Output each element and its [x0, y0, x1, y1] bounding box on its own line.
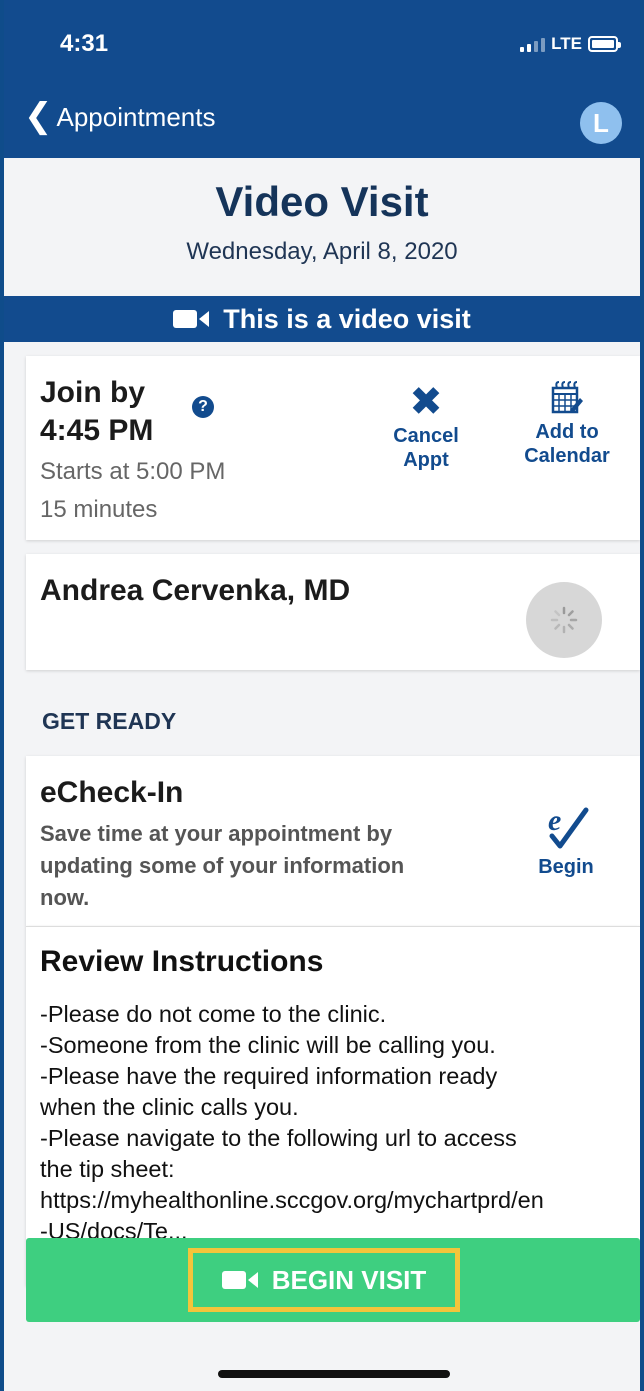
status-time: 4:31: [60, 30, 109, 57]
instructions-card: Review Instructions -Please do not come …: [26, 926, 640, 1286]
echeckin-title: eCheck-In: [40, 776, 184, 809]
calendar-add-icon: [551, 381, 583, 414]
status-indicators: LTE: [520, 34, 621, 54]
duration: 15 minutes: [40, 496, 158, 523]
instructions-title: Review Instructions: [40, 945, 324, 978]
provider-photo-loading: [526, 582, 602, 658]
calendar-label-line2: Calendar: [524, 445, 610, 467]
join-time: 4:45 PM: [40, 414, 154, 447]
cancel-appointment-button[interactable]: ✖ Cancel Appt: [378, 380, 474, 472]
begin-visit-button[interactable]: BEGIN VISIT: [26, 1238, 640, 1322]
echeckin-desc-line1: Save time at your appointment by: [40, 821, 393, 846]
header: 4:31 LTE ❮ Appointments L: [4, 0, 640, 158]
add-to-calendar-button[interactable]: Add to Calendar: [514, 380, 620, 468]
instruction-line: -Please do not come to the clinic.: [40, 1001, 387, 1027]
join-by-time: Join by 4:45 PM: [40, 374, 153, 450]
chevron-left-icon: ❮: [24, 96, 53, 135]
back-button[interactable]: ❮ Appointments: [24, 96, 216, 135]
close-icon: ✖: [409, 380, 443, 424]
cancel-label-line1: Cancel: [393, 425, 459, 447]
begin-label: Begin: [538, 856, 594, 878]
video-camera-icon: [173, 310, 210, 328]
phone-screen: 4:31 LTE ❮ Appointments L Video Visit We…: [0, 0, 644, 1391]
instruction-line: -Please navigate to the following url to…: [40, 1125, 517, 1151]
help-icon[interactable]: ?: [192, 396, 214, 418]
instruction-line: when the clinic calls you.: [40, 1094, 299, 1120]
svg-text:e: e: [548, 804, 561, 837]
instructions-body: -Please do not come to the clinic. -Some…: [40, 999, 620, 1247]
begin-visit-label: BEGIN VISIT: [271, 1264, 427, 1295]
loading-spinner-icon: [550, 606, 578, 634]
join-by-label: Join by: [40, 376, 146, 409]
appointment-time-card: Join by 4:45 PM ? Starts at 5:00 PM 15 m…: [26, 356, 640, 540]
signal-icon: [520, 36, 546, 52]
echeckin-begin-button[interactable]: e Begin: [526, 804, 606, 879]
calendar-label-line1: Add to: [535, 421, 599, 443]
back-label: Appointments: [56, 102, 216, 132]
echeckin-description: Save time at your appointment by updatin…: [40, 818, 480, 914]
start-time: Starts at 5:00 PM: [40, 458, 226, 485]
home-indicator[interactable]: [218, 1370, 450, 1378]
video-camera-icon: [221, 1271, 258, 1289]
provider-card[interactable]: Andrea Cervenka, MD: [26, 554, 640, 670]
echeckin-card: eCheck-In Save time at your appointment …: [26, 756, 640, 926]
instruction-line: -Please have the required information re…: [40, 1063, 498, 1089]
page-title: Video Visit: [215, 178, 429, 225]
instruction-line: -Someone from the clinic will be calling…: [40, 1032, 496, 1058]
banner-text: This is a video visit: [223, 303, 471, 334]
cancel-label-line2: Appt: [403, 449, 449, 471]
instruction-link[interactable]: https://myhealthonline.sccgov.org/mychar…: [40, 1185, 620, 1216]
network-type: LTE: [551, 34, 582, 53]
instruction-line: the tip sheet:: [40, 1156, 175, 1182]
avatar[interactable]: L: [580, 102, 622, 144]
section-get-ready: GET READY: [42, 708, 177, 734]
video-visit-banner: This is a video visit: [4, 296, 640, 342]
provider-name: Andrea Cervenka, MD: [40, 574, 351, 607]
echeckin-icon: e: [548, 804, 589, 849]
echeckin-desc-line3: now.: [40, 885, 90, 910]
appointment-date: Wednesday, April 8, 2020: [186, 238, 458, 265]
begin-visit-highlight: BEGIN VISIT: [188, 1248, 460, 1312]
echeckin-desc-line2: updating some of your information: [40, 853, 405, 878]
battery-icon: [588, 36, 621, 52]
